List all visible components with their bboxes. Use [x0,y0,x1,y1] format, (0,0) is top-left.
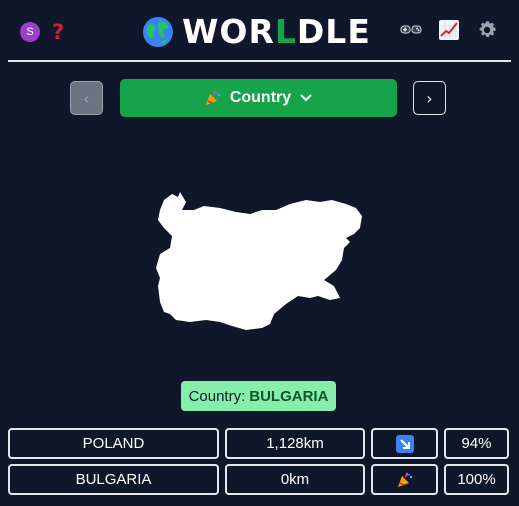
chevron-down-icon [300,94,312,102]
country-silhouette [156,192,362,330]
answer-country: BULGARIA [249,387,329,405]
guess-direction [371,428,438,459]
chevron-right-icon: › [426,88,433,108]
party-popper-icon [205,90,221,105]
gear-icon[interactable] [475,18,499,42]
guess-distance: 1,128km [225,428,365,459]
help-icon[interactable]: ? [52,22,64,43]
app-header: S ? WORLDLE [8,6,511,62]
round-select[interactable]: Country [120,79,397,117]
header-left: S ? [20,22,64,43]
app-title: WORLDLE [142,12,371,51]
answer-prefix: Country: [188,387,246,405]
guess-proximity: 100% [444,464,509,495]
previous-round-button[interactable]: ‹ [70,81,103,115]
round-label: Country [229,89,292,106]
round-navigation: ‹ Country › [0,79,519,117]
chart-icon[interactable] [437,18,461,42]
south-east-arrow-icon [395,434,414,453]
title-highlight: L [274,12,297,51]
party-popper-icon [397,472,412,487]
globe-icon [143,16,173,47]
guess-row: POLAND 1,128km 94% [8,428,509,459]
header-right [399,18,499,42]
guess-distance: 0km [225,464,365,495]
title-text: WORLDLE [182,12,371,51]
avatar[interactable]: S [20,22,40,42]
chevron-left-icon: ‹ [83,88,90,108]
title-suffix: DLE [296,12,371,51]
guess-proximity: 94% [444,428,509,459]
title-prefix: WOR [182,12,275,51]
gamepad-icon[interactable] [399,18,423,42]
next-round-button[interactable]: › [413,81,446,115]
guess-country: POLAND [8,428,219,459]
guess-country: BULGARIA [8,464,219,495]
answer-banner: Country: BULGARIA [181,381,336,411]
guess-list: POLAND 1,128km 94% BULGARIA 0km 100% [8,428,509,500]
guess-row: BULGARIA 0km 100% [8,464,509,495]
guess-direction [371,464,438,495]
